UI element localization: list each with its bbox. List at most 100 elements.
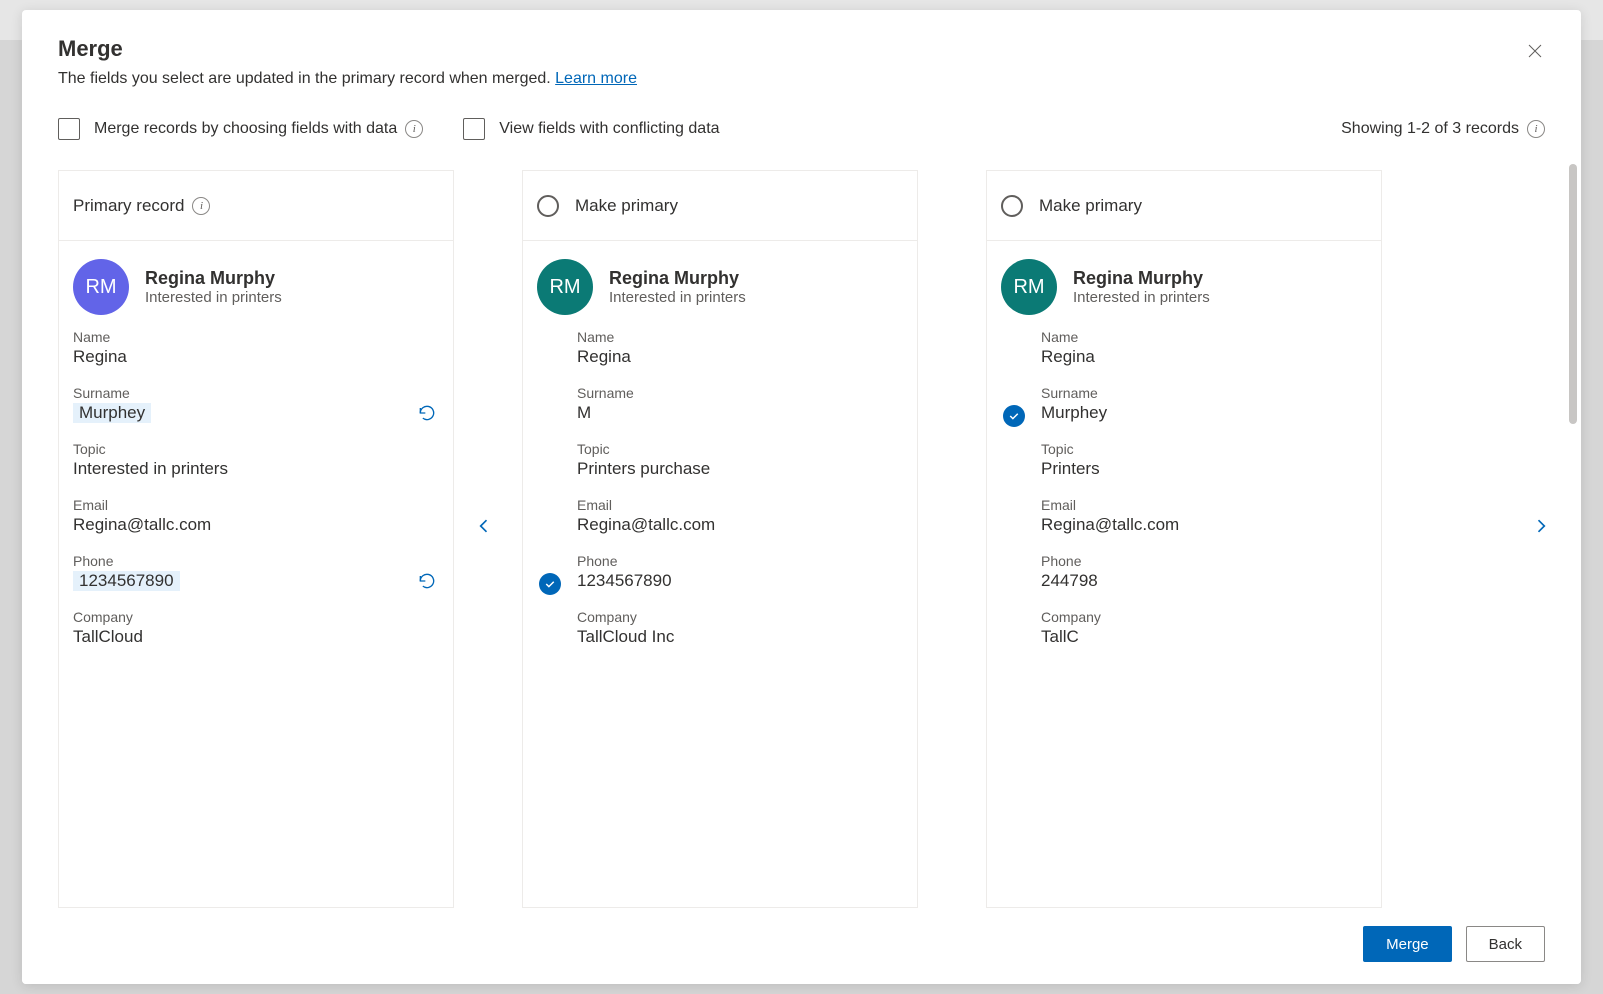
field-label: Company [1041, 609, 1337, 625]
make-primary-radio[interactable] [537, 195, 559, 217]
field-value: M [577, 403, 873, 423]
field-company[interactable]: Company TallC [1041, 609, 1367, 647]
prev-record-button[interactable] [468, 511, 500, 543]
avatar: RM [73, 259, 129, 315]
checkbox-icon [463, 118, 485, 140]
field-value: Murphey [73, 403, 151, 423]
dialog-subtitle: The fields you select are updated in the… [58, 70, 1545, 88]
merge-button[interactable]: Merge [1363, 926, 1452, 962]
field-label: Email [73, 497, 409, 513]
record-subtitle: Interested in printers [1073, 289, 1210, 306]
dialog-footer: Merge Back [22, 908, 1581, 984]
field-label: Topic [73, 441, 409, 457]
field-surname[interactable]: Surname Murphey [1041, 385, 1367, 423]
field-value: Regina [577, 347, 873, 367]
info-icon[interactable]: i [1527, 120, 1545, 138]
record-profile: RM Regina Murphy Interested in printers [987, 241, 1381, 329]
field-value: TallCloud Inc [577, 627, 873, 647]
field-name[interactable]: Name Regina [577, 329, 903, 367]
field-label: Phone [577, 553, 873, 569]
undo-button[interactable] [417, 403, 439, 425]
make-primary-radio[interactable] [1001, 195, 1023, 217]
undo-button[interactable] [417, 571, 439, 593]
field-email[interactable]: Email Regina@tallc.com [577, 497, 903, 535]
field-label: Phone [73, 553, 409, 569]
avatar: RM [1001, 259, 1057, 315]
field-value: Murphey [1041, 403, 1337, 423]
showing-text: Showing 1-2 of 3 records [1341, 120, 1519, 138]
field-company[interactable]: Company TallCloud Inc [577, 609, 903, 647]
showing-count: Showing 1-2 of 3 records i [1341, 120, 1545, 138]
field-topic[interactable]: Topic Interested in printers [73, 441, 439, 479]
field-email[interactable]: Email Regina@tallc.com [73, 497, 439, 535]
dialog-title: Merge [58, 36, 1545, 62]
view-conflicts-checkbox[interactable]: View fields with conflicting data [463, 118, 719, 140]
record-profile: RM Regina Murphy Interested in printers [59, 241, 453, 329]
field-value: Regina [73, 347, 409, 367]
field-label: Company [577, 609, 873, 625]
learn-more-link[interactable]: Learn more [555, 70, 637, 87]
field-value: TallCloud [73, 627, 409, 647]
field-value: Printers purchase [577, 459, 873, 479]
field-company[interactable]: Company TallCloud [73, 609, 439, 647]
field-value: 1234567890 [577, 571, 873, 591]
record-name: Regina Murphy [609, 268, 746, 289]
fields-list: Name Regina Surname Murphey Topic Intere… [59, 329, 453, 675]
merge-dialog: Merge The fields you select are updated … [22, 10, 1581, 984]
field-surname[interactable]: Surname Murphey [73, 385, 439, 423]
record-name: Regina Murphy [1073, 268, 1210, 289]
undo-icon [417, 578, 437, 594]
field-topic[interactable]: Topic Printers [1041, 441, 1367, 479]
chevron-right-icon [1531, 516, 1551, 539]
checkbox-icon [58, 118, 80, 140]
field-name[interactable]: Name Regina [1041, 329, 1367, 367]
close-icon [1527, 43, 1543, 62]
merge-with-data-checkbox[interactable]: Merge records by choosing fields with da… [58, 118, 423, 140]
record-profile: RM Regina Murphy Interested in printers [523, 241, 917, 329]
field-label: Surname [577, 385, 873, 401]
field-label: Company [73, 609, 409, 625]
record-name: Regina Murphy [145, 268, 282, 289]
view-conflicts-label: View fields with conflicting data [499, 120, 719, 138]
card-header: Make primary [523, 171, 917, 241]
field-phone[interactable]: Phone 1234567890 [73, 553, 439, 591]
make-primary-label: Make primary [1039, 196, 1142, 216]
record-subtitle: Interested in printers [145, 289, 282, 306]
field-label: Topic [577, 441, 873, 457]
record-card: Make primary RM Regina Murphy Interested… [522, 170, 918, 908]
field-value: TallC [1041, 627, 1337, 647]
field-value: Interested in printers [73, 459, 409, 479]
record-card-primary: Primary record i RM Regina Murphy Intere… [58, 170, 454, 908]
info-icon[interactable]: i [192, 197, 210, 215]
options-row: Merge records by choosing fields with da… [22, 96, 1581, 146]
field-value: Regina [1041, 347, 1337, 367]
info-icon[interactable]: i [405, 120, 423, 138]
dialog-header: Merge The fields you select are updated … [22, 10, 1581, 96]
field-value: Regina@tallc.com [73, 515, 409, 535]
avatar: RM [537, 259, 593, 315]
next-record-button[interactable] [1525, 511, 1557, 543]
merge-with-data-label: Merge records by choosing fields with da… [94, 120, 397, 138]
card-header: Make primary [987, 171, 1381, 241]
field-phone[interactable]: Phone 1234567890 [577, 553, 903, 591]
primary-record-label: Primary record [73, 196, 184, 216]
scrollbar-thumb[interactable] [1569, 164, 1577, 424]
field-email[interactable]: Email Regina@tallc.com [1041, 497, 1367, 535]
close-button[interactable] [1519, 36, 1551, 68]
field-value: 244798 [1041, 571, 1337, 591]
fields-list: Name Regina Surname Murphey Topic Printe… [987, 329, 1381, 675]
field-name[interactable]: Name Regina [73, 329, 439, 367]
fields-list: Name Regina Surname M Topic Printers pur… [523, 329, 917, 675]
selected-check-icon [1003, 405, 1025, 427]
field-topic[interactable]: Topic Printers purchase [577, 441, 903, 479]
back-button[interactable]: Back [1466, 926, 1545, 962]
field-value: Printers [1041, 459, 1337, 479]
field-label: Surname [73, 385, 409, 401]
selected-check-icon [539, 573, 561, 595]
chevron-left-icon [474, 516, 494, 539]
field-surname[interactable]: Surname M [577, 385, 903, 423]
record-card: Make primary RM Regina Murphy Interested… [986, 170, 1382, 908]
field-phone[interactable]: Phone 244798 [1041, 553, 1367, 591]
field-value: Regina@tallc.com [1041, 515, 1337, 535]
make-primary-label: Make primary [575, 196, 678, 216]
